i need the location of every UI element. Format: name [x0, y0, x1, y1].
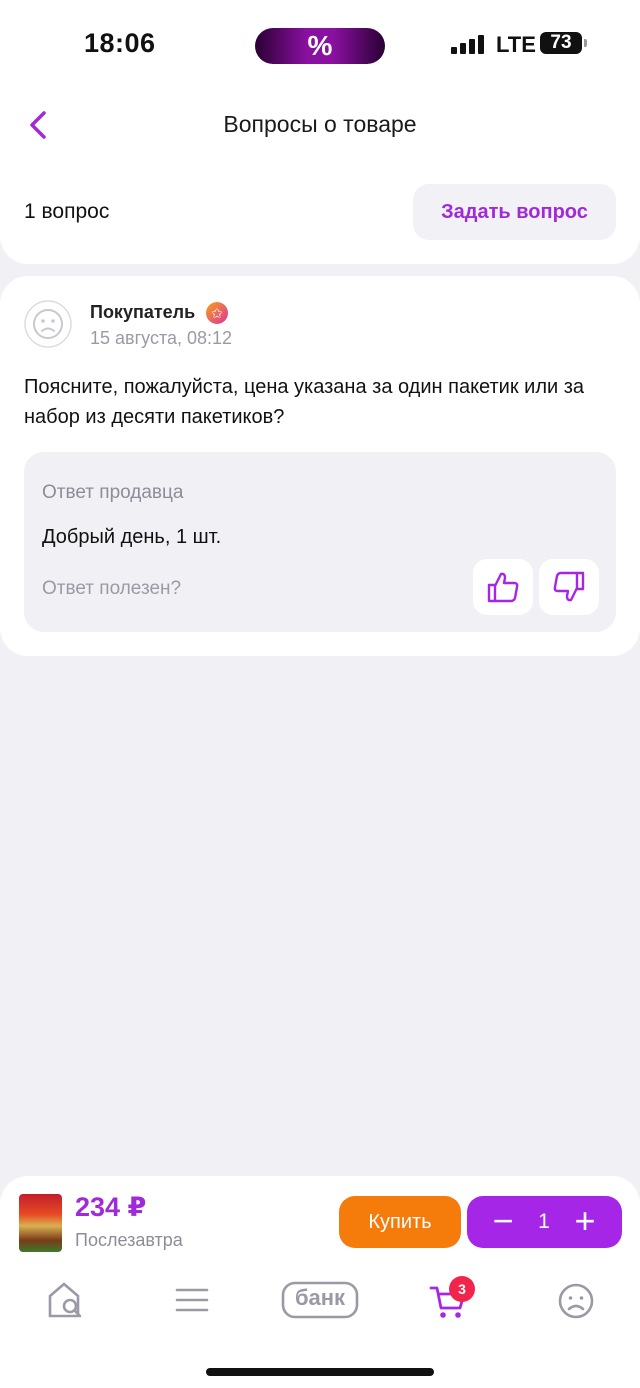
home-indicator — [206, 1368, 434, 1376]
question-date: 15 августа, 08:12 — [90, 328, 233, 348]
cart-count-badge: 3 — [449, 1276, 475, 1302]
thumbs-down-icon — [553, 571, 585, 602]
quantity-value: 1 — [538, 1210, 550, 1233]
answer-text: Добрый день, 1 шт. — [42, 526, 222, 548]
helpful-prompt: Ответ полезен? — [42, 578, 182, 599]
top-panel: 18:06 % LTE 73 Вопросы о товаре 1 вопрос… — [0, 0, 640, 264]
question-author: Покупатель — [90, 302, 196, 322]
seller-answer: Ответ продавца Добрый день, 1 шт. Ответ … — [24, 452, 616, 632]
decrease-quantity-button[interactable]: − — [485, 1196, 521, 1248]
answer-label: Ответ продавца — [42, 482, 184, 503]
home-search-icon — [48, 1282, 82, 1318]
tab-profile[interactable] — [557, 1278, 595, 1324]
tab-home[interactable] — [46, 1278, 86, 1324]
delivery-date: Послезавтра — [75, 1230, 183, 1250]
question-card: Покупатель 15 августа, 08:12 Поясните, п… — [0, 276, 640, 656]
thumbs-up-icon — [487, 572, 519, 603]
status-time: 18:06 — [84, 28, 156, 58]
page-title: Вопросы о товаре — [223, 111, 417, 137]
question-text: Поясните, пожалуйста, цена указана за од… — [24, 376, 585, 428]
thumbs-down-button[interactable] — [539, 559, 599, 615]
product-thumbnail[interactable] — [19, 1194, 62, 1252]
buy-button[interactable]: Купить — [339, 1196, 461, 1248]
menu-icon — [175, 1288, 209, 1312]
user-avatar-icon — [24, 300, 72, 348]
tab-bank[interactable]: банк — [281, 1278, 359, 1324]
quantity-stepper: − 1 + — [467, 1196, 622, 1248]
status-bar: 18:06 % LTE 73 — [0, 0, 640, 90]
profile-icon — [558, 1283, 594, 1319]
increase-quantity-button[interactable]: + — [567, 1196, 603, 1248]
signal-icon — [451, 34, 487, 54]
network-type: LTE — [496, 32, 536, 57]
promo-pill[interactable]: % — [255, 28, 385, 64]
bank-label: банк — [294, 1285, 346, 1310]
product-price: 234 ₽ — [75, 1192, 147, 1222]
battery-tip — [584, 39, 587, 47]
star-badge-icon — [206, 302, 228, 324]
avatar — [24, 300, 72, 348]
question-count: 1 вопрос — [24, 200, 110, 223]
battery-icon: 73 — [540, 32, 582, 54]
ask-question-button[interactable]: Задать вопрос — [413, 184, 616, 240]
thumbs-up-button[interactable] — [473, 559, 533, 615]
tab-catalog[interactable] — [174, 1278, 210, 1324]
